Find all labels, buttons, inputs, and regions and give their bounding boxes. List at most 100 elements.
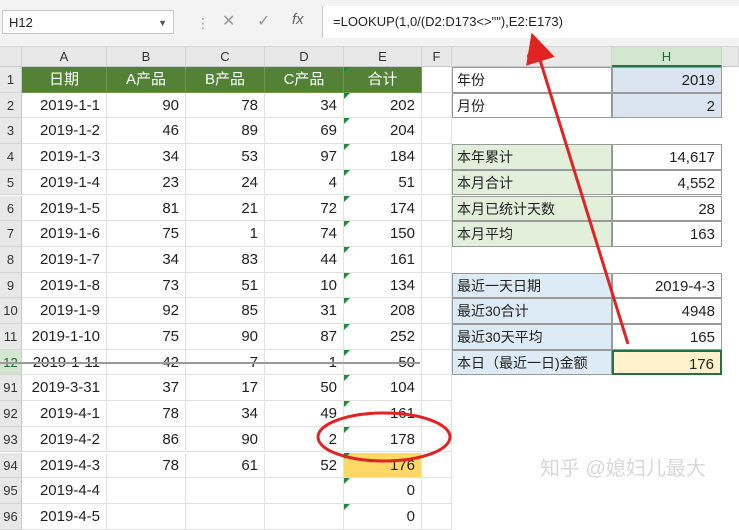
product-c-cell[interactable]: 2 <box>265 426 344 453</box>
product-b-cell[interactable]: 21 <box>186 195 265 222</box>
column-header-c[interactable]: C <box>186 47 265 67</box>
empty-cell[interactable] <box>422 426 452 453</box>
product-c-cell[interactable]: 52 <box>265 452 344 479</box>
product-a-cell[interactable]: 90 <box>107 92 186 119</box>
product-a-cell[interactable]: 92 <box>107 298 186 324</box>
confirm-check-icon[interactable]: ✓ <box>257 11 270 31</box>
column-header-e[interactable]: E <box>344 47 422 67</box>
product-b-cell[interactable]: 78 <box>186 92 265 119</box>
empty-cell[interactable] <box>422 272 452 299</box>
product-b-cell[interactable]: 51 <box>186 272 265 299</box>
row-header[interactable]: 7 <box>0 221 22 247</box>
row-header[interactable]: 11 <box>0 324 22 350</box>
product-c-cell[interactable]: 49 <box>265 401 344 427</box>
summary-value[interactable]: 14,617 <box>612 144 722 170</box>
product-c-cell[interactable]: 97 <box>265 144 344 170</box>
empty-cell[interactable] <box>422 92 452 119</box>
product-a-cell[interactable]: 78 <box>107 452 186 479</box>
product-b-cell[interactable]: 24 <box>186 169 265 196</box>
highlighted-total-cell[interactable]: 176 <box>344 452 422 479</box>
summary-value[interactable]: 2019-4-3 <box>612 272 722 299</box>
row-header[interactable]: 96 <box>0 503 22 530</box>
row-header[interactable]: 95 <box>0 478 22 504</box>
column-header-f[interactable]: F <box>422 47 452 67</box>
empty-cell[interactable] <box>422 401 452 427</box>
empty-cell[interactable] <box>422 298 452 324</box>
select-all-corner[interactable] <box>0 47 22 67</box>
total-cell[interactable]: 150 <box>344 221 422 247</box>
empty-cell[interactable] <box>422 349 452 376</box>
product-c-cell[interactable]: 74 <box>265 221 344 247</box>
product-a-cell[interactable]: 86 <box>107 426 186 453</box>
product-a-cell[interactable] <box>107 478 186 504</box>
column-header-b[interactable]: B <box>107 47 186 67</box>
date-cell[interactable]: 2019-3-31 <box>22 375 107 402</box>
product-b-cell[interactable]: 90 <box>186 426 265 453</box>
product-b-cell[interactable]: 1 <box>186 221 265 247</box>
empty-cell[interactable] <box>422 324 452 350</box>
row-header[interactable]: 5 <box>0 169 22 196</box>
chevron-down-icon[interactable]: ▼ <box>158 11 167 35</box>
empty-cell[interactable] <box>422 478 452 504</box>
summary-value[interactable]: 165 <box>612 324 722 350</box>
product-c-cell[interactable]: 34 <box>265 92 344 119</box>
total-cell[interactable]: 178 <box>344 426 422 453</box>
empty-cell[interactable] <box>422 118 452 145</box>
product-c-cell[interactable] <box>265 503 344 530</box>
product-a-cell[interactable]: 34 <box>107 144 186 170</box>
summary-value[interactable]: 4948 <box>612 298 722 324</box>
product-a-cell[interactable]: 37 <box>107 375 186 402</box>
product-c-cell[interactable]: 69 <box>265 118 344 145</box>
row-header[interactable]: 91 <box>0 375 22 402</box>
product-b-cell[interactable]: 61 <box>186 452 265 479</box>
date-cell[interactable]: 2019-1-3 <box>22 144 107 170</box>
product-b-cell[interactable] <box>186 478 265 504</box>
product-b-cell[interactable] <box>186 503 265 530</box>
product-c-cell[interactable]: 72 <box>265 195 344 222</box>
product-a-cell[interactable] <box>107 503 186 530</box>
date-cell[interactable]: 2019-4-5 <box>22 503 107 530</box>
summary-value[interactable]: 28 <box>612 195 722 222</box>
date-cell[interactable]: 2019-4-4 <box>22 478 107 504</box>
row-header[interactable]: 92 <box>0 401 22 427</box>
empty-cell[interactable] <box>422 221 452 247</box>
table-header-cell[interactable]: B产品 <box>186 67 265 93</box>
product-c-cell[interactable]: 31 <box>265 298 344 324</box>
total-cell[interactable]: 161 <box>344 246 422 273</box>
row-header[interactable]: 9 <box>0 272 22 299</box>
date-cell[interactable]: 2019-1-2 <box>22 118 107 145</box>
summary-value[interactable]: 2 <box>612 92 722 119</box>
row-header[interactable]: 8 <box>0 246 22 273</box>
table-header-cell[interactable]: 日期 <box>22 67 107 93</box>
date-cell[interactable]: 2019-4-3 <box>22 452 107 479</box>
product-b-cell[interactable]: 83 <box>186 246 265 273</box>
total-cell[interactable]: 204 <box>344 118 422 145</box>
total-cell[interactable]: 0 <box>344 503 422 530</box>
total-cell[interactable]: 0 <box>344 478 422 504</box>
product-a-cell[interactable]: 34 <box>107 246 186 273</box>
date-cell[interactable]: 2019-1-5 <box>22 195 107 222</box>
date-cell[interactable]: 2019-1-4 <box>22 169 107 196</box>
product-c-cell[interactable]: 10 <box>265 272 344 299</box>
row-header[interactable]: 2 <box>0 92 22 119</box>
product-c-cell[interactable]: 50 <box>265 375 344 402</box>
date-cell[interactable]: 2019-1-8 <box>22 272 107 299</box>
empty-cell[interactable] <box>422 452 452 479</box>
total-cell[interactable]: 174 <box>344 195 422 222</box>
total-cell[interactable]: 51 <box>344 169 422 196</box>
total-cell[interactable]: 104 <box>344 375 422 402</box>
table-header-cell[interactable]: C产品 <box>265 67 344 93</box>
column-header-next[interactable] <box>722 47 739 67</box>
empty-cell[interactable] <box>422 375 452 402</box>
empty-cell[interactable] <box>422 503 452 530</box>
product-b-cell[interactable]: 90 <box>186 324 265 350</box>
date-cell[interactable]: 2019-1-1 <box>22 92 107 119</box>
summary-value[interactable]: 4,552 <box>612 169 722 196</box>
product-b-cell[interactable]: 17 <box>186 375 265 402</box>
column-header-d[interactable]: D <box>265 47 344 67</box>
selected-cell-h12[interactable]: 176 <box>612 349 722 376</box>
row-header[interactable]: 93 <box>0 426 22 453</box>
table-header-cell[interactable]: 合计 <box>344 67 422 93</box>
total-cell[interactable]: 184 <box>344 144 422 170</box>
table-header-cell[interactable]: A产品 <box>107 67 186 93</box>
